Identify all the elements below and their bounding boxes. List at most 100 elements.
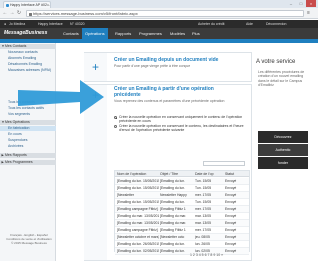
table-row[interactable]: [Emailing du mar. 13/05/2015] A[Emailing…: [115, 220, 249, 227]
cell-date: jeu. 08/05: [195, 235, 210, 239]
option-full-copy-label[interactable]: Créer la nouvelle opération en conservan…: [119, 124, 249, 132]
menu-contacts[interactable]: Contacts: [60, 28, 82, 39]
close-window-icon[interactable]: ×: [306, 0, 316, 7]
fonder-button[interactable]: fonder: [258, 157, 308, 169]
option-content-only-label[interactable]: Créer la nouvelle opération en conservan…: [119, 115, 249, 123]
forward-icon[interactable]: →: [9, 10, 15, 17]
sidebar-section-operations[interactable]: ▼ Mes Opérations: [0, 120, 56, 125]
table-row[interactable]: [Emailing du lun. 15/05/2015] A[Emailing…: [115, 199, 249, 206]
logout-link[interactable]: Déconnexion: [266, 20, 286, 28]
create-empty-plus-cell[interactable]: +: [84, 53, 107, 81]
user-icon: ●: [4, 22, 7, 26]
sidebar-item-npai[interactable]: Mauvaises adresses (NPAI): [0, 68, 56, 73]
help-link[interactable]: Aide: [246, 20, 253, 28]
table-row[interactable]: [Newsletter octobre et mars] [Newsletter …: [115, 234, 249, 241]
cell-date: lun. 26/05: [195, 242, 210, 246]
cell-subject: [Emailing du mar.: [160, 214, 187, 218]
cell-name: [Emailing du lun. 15/05/2015] A: [117, 200, 159, 204]
sidebar-item-desabonnes[interactable]: Désabonnés Emailing: [0, 62, 56, 67]
cell-date: mar. 13/05: [195, 214, 212, 218]
sidebar-section-programmes[interactable]: ▶ Mes Programmes: [0, 160, 56, 165]
menu-modeles[interactable]: Modèles: [167, 28, 188, 39]
menu-plus[interactable]: Plus: [189, 28, 203, 39]
browser-menu-icon[interactable]: ≡: [307, 10, 310, 17]
logo[interactable]: MessageBusiness: [4, 29, 58, 38]
minimize-icon[interactable]: –: [286, 0, 296, 7]
create-from-previous-title[interactable]: Créer un Emailing à partir d'une opérati…: [114, 86, 214, 98]
user-name[interactable]: Jo Medina: [9, 20, 25, 28]
plus-icon: +: [91, 60, 99, 74]
pagination[interactable]: 1 2 3 4 5 6 7 8 9 10 »: [190, 253, 223, 257]
table-row[interactable]: [Newsletter Newsletter Happy mer. 17/05 Env…: [115, 192, 249, 199]
option-content-only-radio[interactable]: [114, 116, 117, 119]
table-row[interactable]: [Emailing du lun. 02/05/2015] A[Emailing…: [115, 248, 249, 255]
cell-status: Envoyé: [225, 235, 237, 239]
sidebar-footer: Français - English - Español Conditions …: [6, 233, 52, 245]
help-panel-description: Les différentes procédures de création d…: [258, 70, 305, 88]
buy-credit-link[interactable]: Acheter du crédit: [198, 20, 224, 28]
table-row[interactable]: [Emailing campagne Fitbiz] 1 [Emailing Fi…: [115, 227, 249, 234]
sidebar-item-suspendues[interactable]: Suspendues: [0, 138, 56, 143]
user-bar: ● Jo Medina Happy Interface N° 40320 Ach…: [0, 20, 318, 28]
create-empty-title[interactable]: Créer un Emailing depuis un document vid…: [114, 57, 218, 63]
account-name: Happy Interface: [38, 22, 63, 26]
column-header-date[interactable]: Date de l'op: [195, 171, 221, 177]
cell-name: [Emailing du lun. 02/05/2015] A: [117, 249, 159, 253]
option-full-copy-radio[interactable]: [114, 125, 117, 128]
sidebar-item-en-fabrication[interactable]: En fabrication: [0, 126, 56, 131]
cell-status: Envoyé: [225, 228, 237, 232]
cell-name: [Newsletter octobre et mars]: [117, 235, 159, 239]
authentic-button[interactable]: Authentic: [258, 144, 308, 156]
menu-programmes[interactable]: Programmes: [136, 28, 165, 39]
operations-search-input[interactable]: [203, 161, 245, 166]
expand-icon: ▶: [1, 160, 4, 164]
cell-subject: [Emailing du lun.: [160, 179, 186, 183]
cell-date: Tun. 15/05: [195, 179, 212, 183]
cell-status: Envoyé: [225, 193, 237, 197]
cell-status: Envoyé: [225, 186, 237, 190]
column-header-subject[interactable]: Objet / Titre: [160, 171, 190, 177]
cell-name: [Emailing du mar. 13/05/2015] A: [117, 221, 159, 225]
sidebar-item-archivees[interactable]: Archivées: [0, 144, 56, 149]
sidebar-item-label: En cours: [8, 132, 22, 136]
tab-title: Happy Interface AP #02...: [10, 3, 50, 7]
browser-tab[interactable]: Happy Interface AP #02... ×: [3, 1, 51, 8]
sidebar-item-label: Nouveaux contacts: [8, 50, 38, 54]
discover-button[interactable]: Découvrez: [258, 131, 308, 143]
sidebar-section-rapports[interactable]: ▶ Mes Rapports: [0, 153, 56, 158]
cell-name: [Emailing du lun. 26/05/2015] A: [117, 242, 159, 246]
sidebar-item-label: Désabonnés Emailing: [8, 62, 43, 66]
table-row[interactable]: [Emailing campagne Fitbiz] 1 [Emailing Fi…: [115, 206, 249, 213]
sidebar-section-label: Mes Programmes: [5, 160, 33, 164]
column-header-name[interactable]: Nom de l'opération: [117, 171, 155, 177]
cell-name: [Emailing du lun. 15/05/2015] A: [117, 186, 159, 190]
menu-rapports[interactable]: Rapports: [112, 28, 134, 39]
table-row[interactable]: [Emailing du lun. 26/05/2015] A[Emailing…: [115, 241, 249, 248]
cell-status: Envoyé: [225, 214, 237, 218]
cell-status: Envoyé: [225, 200, 237, 204]
column-header-status[interactable]: Statut: [225, 171, 247, 177]
sidebar-section-label: Mes Rapports: [5, 153, 27, 157]
sidebar-section-label: Mes Opérations: [5, 120, 30, 124]
table-row[interactable]: [Emailing du lun. 15/05/2015] A[Emailing…: [115, 178, 249, 185]
cell-subject: [Emailing du lun.: [160, 186, 186, 190]
cell-name: [Emailing campagne Fitbiz] 1: [117, 207, 159, 211]
cell-date: Tun. 15/05: [195, 200, 212, 204]
url-input[interactable]: https://services.message-business.com/v5…: [26, 10, 304, 17]
sidebar-item-nouveaux-contacts[interactable]: Nouveaux contacts: [0, 50, 56, 55]
table-row[interactable]: [Emailing du mar. 13/05/2015] A[Emailing…: [115, 213, 249, 220]
sidebar-item-label: Archivées: [8, 144, 24, 148]
back-icon[interactable]: ←: [2, 10, 8, 17]
cell-subject: [Emailing du mar.: [160, 221, 187, 225]
maximize-icon[interactable]: □: [296, 0, 306, 7]
table-row[interactable]: [Emailing du lun. 15/05/2015] A[Emailing…: [115, 185, 249, 192]
cell-status: Envoyé: [225, 207, 237, 211]
collapse-icon: ▼: [1, 44, 5, 48]
cell-subject: [Emailing du lun.: [160, 200, 186, 204]
expand-icon: ▶: [1, 153, 4, 157]
menu-operations[interactable]: Opérations: [82, 28, 108, 39]
sidebar-item-en-cours[interactable]: En cours: [0, 132, 56, 137]
reload-icon[interactable]: ↻: [16, 10, 22, 17]
sidebar-item-abonnes[interactable]: Abonnés Emailing: [0, 56, 56, 61]
sidebar-section-contacts[interactable]: ▼ Mes Contacts: [0, 44, 56, 49]
